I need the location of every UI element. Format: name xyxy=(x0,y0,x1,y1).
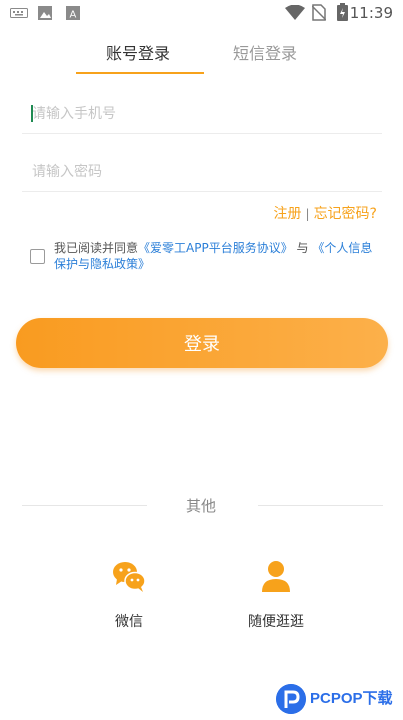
no-sim-icon xyxy=(312,4,326,21)
keyboard-icon xyxy=(10,8,28,18)
tab-indicator xyxy=(76,72,204,74)
register-link[interactable]: 注册 xyxy=(274,206,302,222)
watermark-logo-icon xyxy=(276,684,306,714)
service-agreement-link[interactable]: 《爱零工APP平台服务协议》 xyxy=(138,241,293,255)
font-icon: A xyxy=(66,6,80,20)
link-separator: | xyxy=(305,207,310,221)
tab-account-login[interactable]: 账号登录 xyxy=(106,40,170,64)
user-icon xyxy=(262,561,290,592)
agreement-conjunction: 与 xyxy=(296,241,309,255)
wechat-login-button[interactable]: 微信 xyxy=(89,558,169,631)
other-label: 其他 xyxy=(186,497,217,515)
agreement-checkbox[interactable] xyxy=(30,249,45,264)
text-cursor xyxy=(31,105,33,122)
phone-field-container xyxy=(22,94,382,134)
svg-text:A: A xyxy=(70,10,77,21)
agreement-text: 我已阅读并同意《爱零工APP平台服务协议》 与 《个人信息保护与隐私政策》 xyxy=(54,240,384,272)
wechat-label: 微信 xyxy=(115,614,143,630)
password-input[interactable] xyxy=(22,152,382,191)
divider-left xyxy=(22,505,147,506)
agreement-prefix: 我已阅读并同意 xyxy=(54,241,139,255)
login-tabs: 账号登录 短信登录 xyxy=(0,30,403,76)
forgot-password-link[interactable]: 忘记密码? xyxy=(314,206,377,222)
status-bar: A 11:39 xyxy=(0,0,403,26)
battery-icon xyxy=(337,3,348,21)
browse-button[interactable]: 随便逛逛 xyxy=(236,558,316,631)
wifi-icon xyxy=(285,5,305,20)
wechat-icon xyxy=(113,562,146,592)
login-button[interactable]: 登录 xyxy=(16,318,388,368)
password-field-container xyxy=(22,152,382,192)
browse-label: 随便逛逛 xyxy=(248,614,304,630)
divider-right xyxy=(258,505,383,506)
tab-sms-login[interactable]: 短信登录 xyxy=(233,40,297,64)
image-icon xyxy=(38,6,52,20)
status-time: 11:39 xyxy=(349,4,393,22)
account-links: 注册 | 忘记密码? xyxy=(274,203,377,223)
watermark-text: PCPOP下载 xyxy=(310,690,393,707)
phone-input[interactable] xyxy=(22,94,382,133)
